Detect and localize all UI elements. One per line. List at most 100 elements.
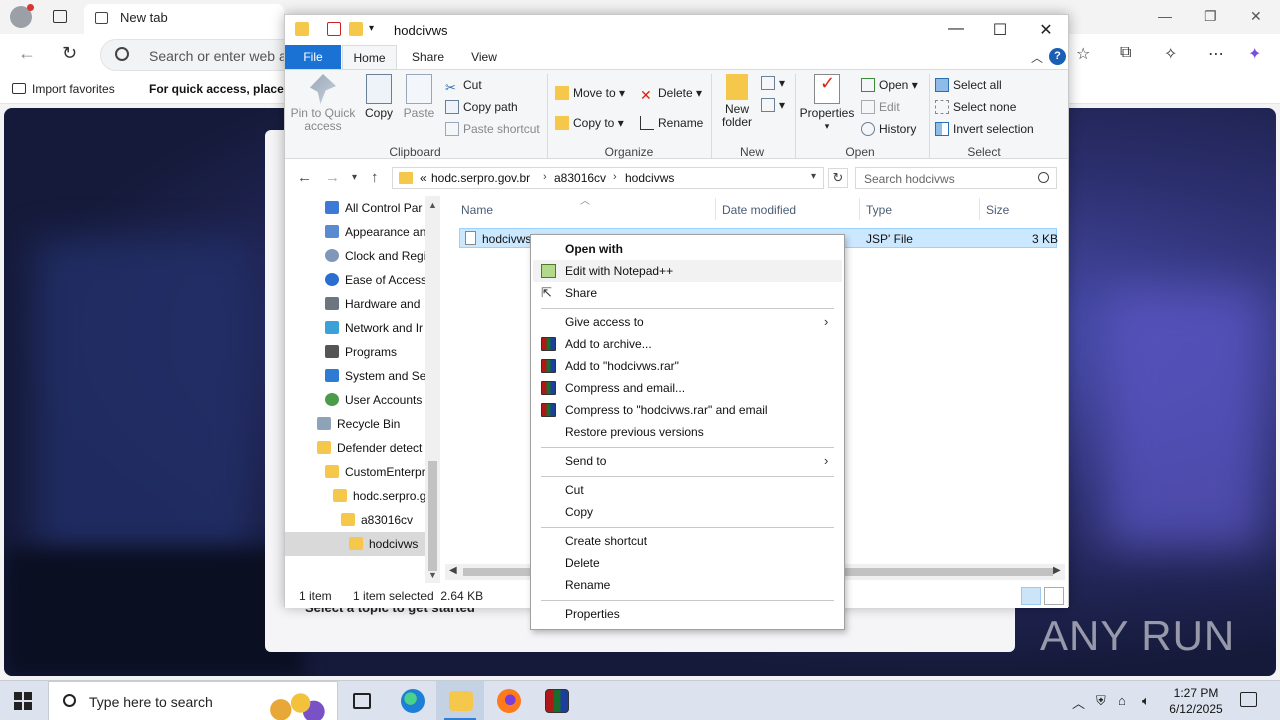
recent-locations-icon[interactable]: ▾ bbox=[352, 172, 357, 183]
menu-item-add-rar[interactable]: Add to "hodcivws.rar" bbox=[533, 355, 842, 377]
refresh-icon[interactable]: ↻ bbox=[62, 43, 77, 64]
menu-item-restore-versions[interactable]: Restore previous versions bbox=[533, 421, 842, 443]
show-hidden-icons-icon[interactable]: ︿ bbox=[1072, 693, 1085, 712]
breadcrumb-hodcivws[interactable]: hodcivws bbox=[625, 171, 674, 185]
properties-quick-icon[interactable] bbox=[327, 22, 341, 36]
column-header-name[interactable]: Name bbox=[461, 203, 493, 217]
address-dropdown-icon[interactable]: ▾ bbox=[811, 171, 816, 182]
network-icon[interactable]: ⌂ bbox=[1118, 693, 1126, 708]
nav-item[interactable]: Clock and Regi bbox=[325, 244, 426, 268]
taskbar-firefox[interactable] bbox=[484, 681, 532, 720]
column-separator[interactable] bbox=[859, 198, 860, 220]
search-input[interactable]: Search hodcivws bbox=[855, 167, 1057, 189]
breadcrumb-chevron-icon[interactable]: › bbox=[543, 171, 547, 183]
nav-item[interactable]: Ease of Access bbox=[325, 268, 427, 292]
nav-item[interactable]: User Accounts bbox=[325, 388, 422, 412]
address-overflow[interactable]: « bbox=[420, 171, 427, 185]
menu-item-compress-rar-email[interactable]: Compress to "hodcivws.rar" and email bbox=[533, 399, 842, 421]
scroll-up-icon[interactable]: ▲ bbox=[428, 200, 437, 210]
nav-item[interactable]: Recycle Bin bbox=[317, 412, 400, 436]
column-separator[interactable] bbox=[979, 198, 980, 220]
more-menu-icon[interactable]: ⋯ bbox=[1208, 44, 1224, 64]
taskbar-edge[interactable] bbox=[388, 681, 436, 720]
invert-selection-button[interactable]: Invert selection bbox=[935, 122, 1034, 136]
nav-item[interactable]: System and Se bbox=[325, 364, 426, 388]
nav-item-selected[interactable]: hodcivws bbox=[285, 532, 425, 556]
nav-item[interactable]: Network and Ir bbox=[325, 316, 423, 340]
nav-item[interactable]: Programs bbox=[325, 340, 397, 364]
menu-item-send-to[interactable]: Send to › bbox=[533, 450, 842, 472]
pin-quick-access-button[interactable]: Pin to Quick access bbox=[289, 74, 357, 133]
move-to-button[interactable]: Move to ▾ bbox=[555, 86, 625, 100]
browser-address-bar[interactable]: Search or enter web a bbox=[100, 39, 300, 71]
browser-restore-button[interactable]: ❐ bbox=[1204, 8, 1217, 25]
back-arrow-icon[interactable]: ← bbox=[297, 169, 312, 186]
column-header-size[interactable]: Size bbox=[986, 203, 1009, 217]
delete-button[interactable]: ✕ Delete ▾ bbox=[640, 86, 702, 103]
system-clock[interactable]: 1:27 PM 6/12/2025 bbox=[1160, 685, 1232, 717]
select-all-button[interactable]: Select all bbox=[935, 78, 1002, 92]
minimize-button[interactable]: — bbox=[933, 20, 979, 42]
help-icon[interactable]: ? bbox=[1049, 48, 1066, 65]
column-header-date[interactable]: Date modified bbox=[722, 203, 796, 217]
taskbar-winrar[interactable] bbox=[532, 681, 580, 720]
back-icon[interactable]: ← bbox=[18, 43, 36, 64]
breadcrumb-hodc[interactable]: hodc.serpro.gov.br bbox=[431, 171, 530, 185]
menu-item-rename[interactable]: Rename bbox=[533, 574, 842, 596]
close-button[interactable]: ✕ bbox=[1023, 20, 1069, 42]
details-view-icon[interactable] bbox=[1021, 587, 1041, 605]
browser-tab[interactable]: New tab bbox=[84, 4, 284, 34]
volume-icon[interactable]: 🔈︎ bbox=[1142, 693, 1150, 709]
paste-button[interactable]: Paste bbox=[401, 74, 437, 120]
menu-item-open-with[interactable]: Open with bbox=[533, 238, 842, 260]
nav-item[interactable]: Hardware and bbox=[325, 292, 420, 316]
menu-item-properties[interactable]: Properties bbox=[533, 603, 842, 625]
new-item-button[interactable]: ▾ bbox=[761, 76, 785, 90]
notification-icon[interactable] bbox=[1240, 692, 1257, 707]
nav-scrollbar-thumb[interactable] bbox=[428, 461, 437, 571]
menu-item-copy[interactable]: Copy bbox=[533, 501, 842, 523]
menu-item-cut[interactable]: Cut bbox=[533, 479, 842, 501]
edit-button[interactable]: Edit bbox=[861, 100, 900, 114]
easy-access-button[interactable]: ▾ bbox=[761, 98, 785, 112]
collapse-ribbon-icon[interactable]: ︿ bbox=[1031, 49, 1043, 66]
new-folder-button[interactable]: New folder bbox=[717, 74, 757, 129]
maximize-button[interactable]: ☐ bbox=[977, 20, 1023, 42]
copy-button[interactable]: Copy bbox=[361, 74, 397, 120]
large-icons-view-icon[interactable] bbox=[1044, 587, 1064, 605]
copy-to-button[interactable]: Copy to ▾ bbox=[555, 116, 624, 130]
menu-item-compress-email[interactable]: Compress and email... bbox=[533, 377, 842, 399]
nav-item[interactable]: Defender detect bbox=[317, 436, 422, 460]
import-favorites-link[interactable]: Import favorites bbox=[12, 82, 115, 96]
collections-icon[interactable]: ⧉ bbox=[1120, 44, 1131, 62]
address-bar[interactable]: « hodc.serpro.gov.br › a83016cv › hodciv… bbox=[392, 167, 824, 189]
nav-item[interactable]: All Control Par bbox=[325, 196, 422, 220]
nav-item[interactable]: Appearance an bbox=[325, 220, 426, 244]
forward-arrow-icon[interactable]: → bbox=[325, 169, 340, 186]
copilot-icon[interactable]: ✦ bbox=[1248, 44, 1261, 64]
paste-shortcut-button[interactable]: Paste shortcut bbox=[445, 122, 540, 136]
taskbar-file-explorer[interactable] bbox=[436, 681, 484, 720]
rename-button[interactable]: Rename bbox=[640, 116, 703, 130]
select-none-button[interactable]: Select none bbox=[935, 100, 1016, 114]
refresh-icon[interactable]: ↻ bbox=[828, 168, 848, 188]
tab-view[interactable]: View bbox=[457, 45, 511, 69]
cut-button[interactable]: ✂ Cut bbox=[445, 78, 482, 95]
breadcrumb-chevron-icon[interactable]: › bbox=[613, 171, 617, 183]
menu-item-create-shortcut[interactable]: Create shortcut bbox=[533, 530, 842, 552]
tab-home[interactable]: Home bbox=[342, 45, 397, 69]
properties-button[interactable]: ✓ Properties ▾ bbox=[799, 74, 855, 133]
task-view-button[interactable] bbox=[338, 681, 386, 720]
column-header-type[interactable]: Type bbox=[866, 203, 892, 217]
open-button[interactable]: Open ▾ bbox=[861, 78, 918, 92]
new-folder-quick-icon[interactable] bbox=[349, 22, 363, 36]
menu-item-delete[interactable]: Delete bbox=[533, 552, 842, 574]
history-button[interactable]: History bbox=[861, 122, 916, 136]
windows-start-icon[interactable] bbox=[14, 692, 32, 710]
browser-minimize-button[interactable]: — bbox=[1158, 8, 1172, 24]
favorites-star-icon[interactable]: ☆ bbox=[1076, 44, 1090, 64]
menu-item-add-archive[interactable]: Add to archive... bbox=[533, 333, 842, 355]
scroll-right-icon[interactable]: ▶ bbox=[1053, 565, 1061, 576]
extensions-icon[interactable]: ✧ bbox=[1164, 44, 1177, 64]
tab-actions-icon[interactable] bbox=[53, 10, 67, 23]
